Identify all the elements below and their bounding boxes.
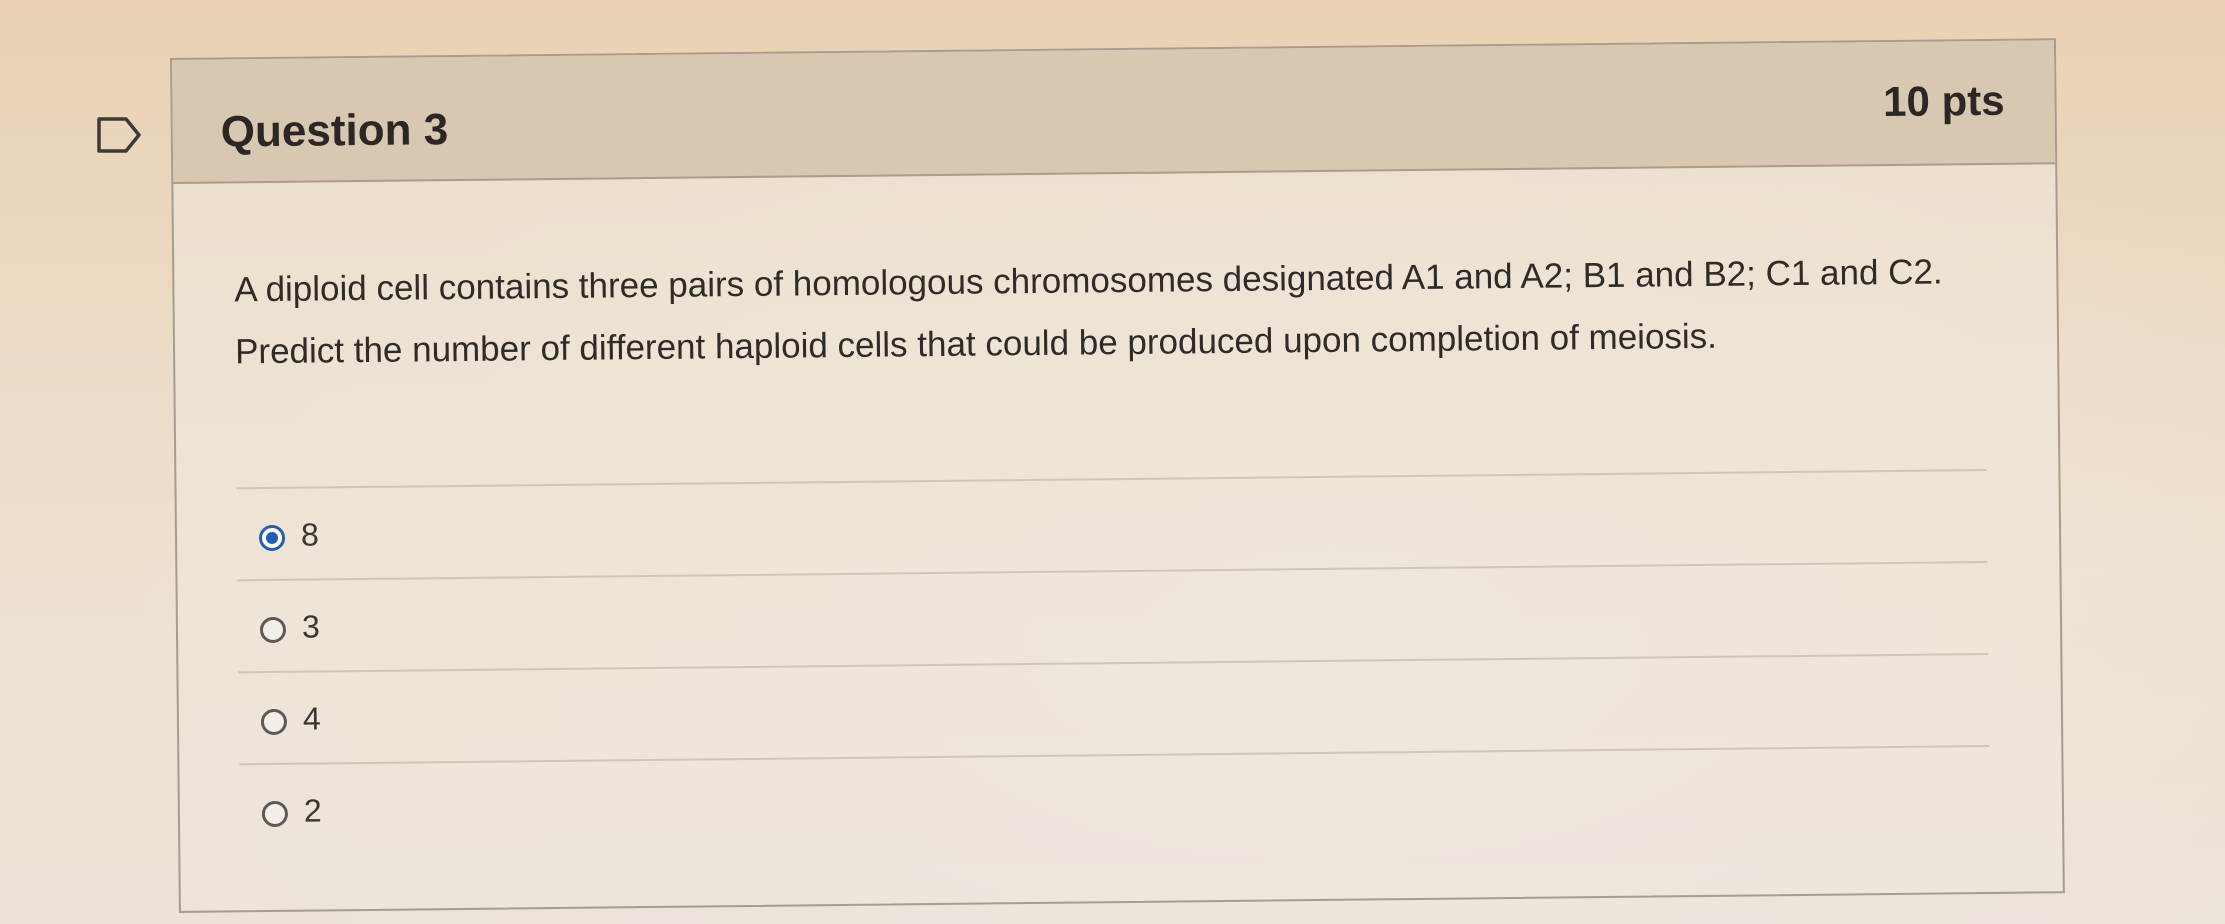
question-card: Question 3 10 pts A diploid cell contain… (170, 38, 2065, 913)
radio-button[interactable] (260, 708, 288, 736)
answer-label[interactable]: 8 (301, 516, 319, 553)
question-title: Question 3 (220, 105, 449, 157)
radio-button-selected[interactable] (258, 524, 286, 552)
answer-label[interactable]: 4 (303, 700, 321, 737)
answer-option[interactable]: 2 (239, 744, 1991, 856)
radio-button[interactable] (261, 800, 289, 828)
question-points: 10 pts (1882, 76, 2005, 126)
answer-label[interactable]: 3 (302, 608, 320, 645)
radio-button[interactable] (259, 616, 287, 644)
question-header: Question 3 10 pts (172, 40, 2056, 184)
answer-label[interactable]: 2 (304, 792, 322, 829)
question-text: A diploid cell contains three pairs of h… (234, 252, 1943, 372)
answer-list: 8 3 4 2 (236, 469, 1991, 856)
flag-question-icon[interactable] (96, 116, 142, 154)
